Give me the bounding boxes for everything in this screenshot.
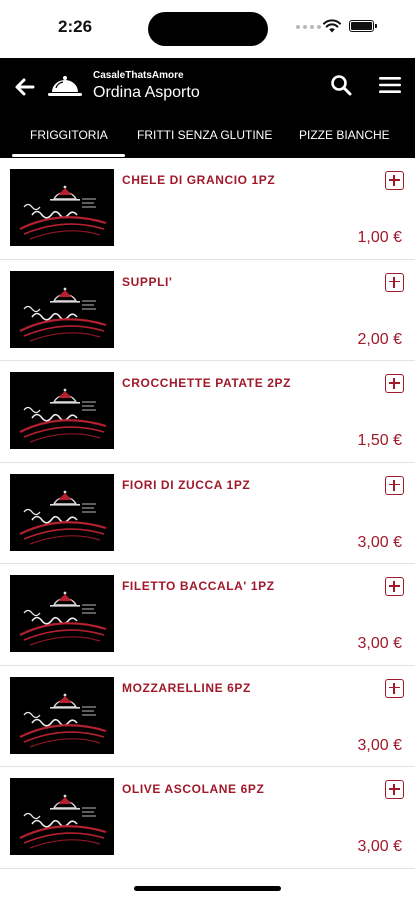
product-name: FIORI DI ZUCCA 1PZ — [122, 477, 251, 492]
tab-pizze-bianche[interactable]: PIZZE BIANCHE — [299, 128, 390, 142]
active-tab-indicator — [12, 154, 125, 157]
category-tabs: FRIGGITORIA FRITTI SENZA GLUTINE PIZZE B… — [0, 118, 415, 158]
status-time: 2:26 — [58, 17, 93, 36]
product-price: 3,00 € — [357, 838, 402, 855]
add-to-cart-button[interactable] — [385, 374, 404, 393]
product-name: MOZZARELLINE 6PZ — [122, 680, 251, 695]
cellular-signal-icon — [296, 25, 321, 29]
tab-friggitoria[interactable]: FRIGGITORIA — [30, 128, 108, 142]
product-image — [10, 778, 114, 855]
product-name: CROCCHETTE PATATE 2PZ — [122, 376, 292, 390]
dynamic-island — [148, 12, 268, 46]
product-image — [10, 169, 114, 246]
product-row[interactable]: CHELE DI GRANCIO 1PZ 1,00 € — [0, 158, 415, 260]
product-image — [10, 372, 114, 449]
battery-icon — [349, 20, 377, 32]
add-to-cart-button[interactable] — [385, 577, 404, 596]
product-name: SUPPLI' — [122, 274, 173, 289]
product-name: OLIVE ASCOLANE 6PZ — [122, 782, 265, 796]
product-price: 2,00 € — [357, 330, 402, 348]
add-to-cart-button[interactable] — [385, 678, 404, 698]
product-image — [10, 676, 114, 754]
serving-cloche-icon — [48, 76, 82, 96]
product-row[interactable]: FILETTO BACCALA' 1PZ 3,00 € — [0, 564, 415, 666]
add-to-cart-button[interactable] — [385, 780, 404, 799]
add-to-cart-button[interactable] — [385, 171, 404, 190]
product-name: CHELE DI GRANCIO 1PZ — [122, 173, 276, 187]
hamburger-menu-icon[interactable] — [378, 75, 402, 95]
add-to-cart-button[interactable] — [385, 475, 404, 495]
product-row[interactable]: MOZZARELLINE 6PZ 3,00 € — [0, 666, 415, 767]
status-bar: 2:26 — [0, 0, 415, 58]
product-list: CHELE DI GRANCIO 1PZ 1,00 € SUPPLI' 2,00… — [0, 158, 415, 869]
add-to-cart-button[interactable] — [385, 272, 404, 292]
search-icon[interactable] — [330, 74, 352, 96]
product-row[interactable]: FIORI DI ZUCCA 1PZ 3,00 € — [0, 463, 415, 564]
product-row[interactable]: CROCCHETTE PATATE 2PZ 1,50 € — [0, 361, 415, 463]
product-price: 1,50 € — [357, 432, 402, 449]
product-image — [10, 473, 114, 551]
product-row[interactable]: SUPPLI' 2,00 € — [0, 260, 415, 361]
tab-fritti-senza-glutine[interactable]: FRITTI SENZA GLUTINE — [137, 128, 272, 142]
product-price: 3,00 € — [357, 635, 402, 652]
arrow-left-icon[interactable] — [12, 74, 38, 100]
app-header: CasaleThatsAmore Ordina Asporto — [0, 58, 415, 118]
product-price: 1,00 € — [357, 229, 402, 246]
product-image — [10, 575, 114, 652]
wifi-icon — [323, 19, 341, 33]
product-price: 3,00 € — [357, 533, 402, 551]
product-image — [10, 270, 114, 348]
product-price: 3,00 € — [357, 736, 402, 754]
product-row[interactable]: OLIVE ASCOLANE 6PZ 3,00 € — [0, 767, 415, 869]
page-title: Ordina Asporto — [93, 84, 200, 101]
product-name: FILETTO BACCALA' 1PZ — [122, 579, 275, 593]
brand-name: CasaleThatsAmore — [93, 70, 184, 81]
home-indicator — [134, 886, 281, 891]
